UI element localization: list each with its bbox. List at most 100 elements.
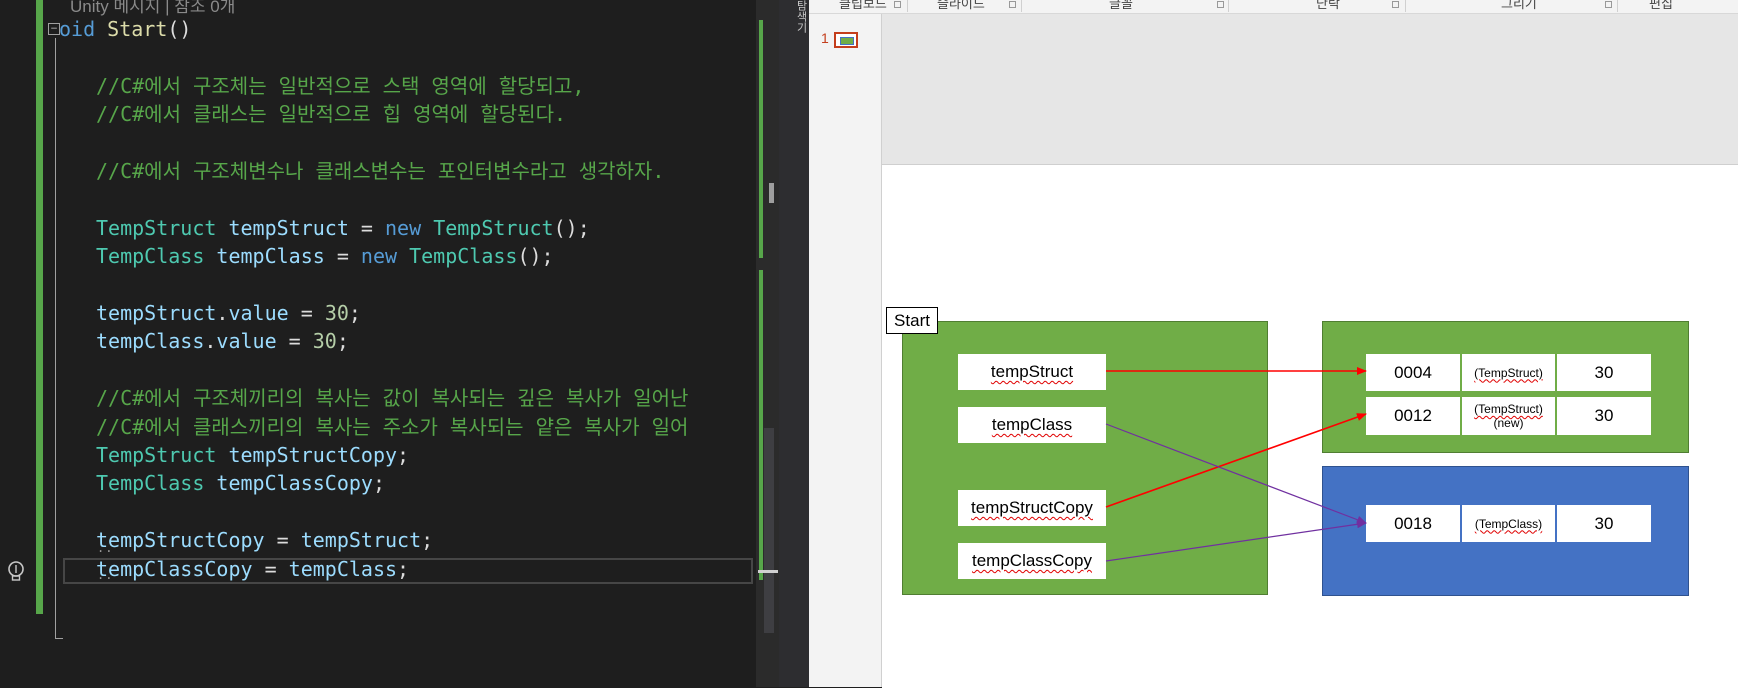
code-token: ; [421,528,434,553]
slide-thumbnail-pane[interactable]: 1 [809,14,882,687]
code-line[interactable]: oid Start() [59,16,191,42]
code-token: oid [59,17,108,41]
value-text: 30 [1594,406,1614,425]
code-line[interactable]: tempStruct.value = 30; [96,300,361,326]
code-line[interactable]: TempStruct tempStructCopy; [96,442,409,468]
struct-addr-cell[interactable]: 0012 [1366,397,1460,435]
code-line[interactable]: TempStruct tempStruct = new TempStruct()… [96,215,590,241]
slide-number: 1 [821,30,829,46]
ribbon-group-slides[interactable]: 슬라이드 [937,0,985,12]
solution-explorer-tab[interactable]: 탐색기 [779,0,809,687]
ribbon-group-clipboard[interactable]: 클립보드 [839,0,887,12]
solution-explorer-label[interactable]: 탐색기 [779,0,809,33]
code-token: //C#에서 클래스끼리의 복사는 주소가 복사되는 얕은 복사가 일어 [96,414,689,439]
code-token: value [228,301,289,325]
var-tempclass[interactable]: tempClass [958,407,1106,443]
code-token: (); [553,215,590,240]
code-token: new [385,215,422,240]
code-token: //C#에서 구조체변수나 클래스변수는 포인터변수라고 생각하자. [96,159,665,183]
start-label-text: Start [894,310,930,330]
code-token: 30 [312,329,337,354]
code-token: value [216,329,277,354]
var-label: tempClassCopy [972,551,1092,570]
struct-value-cell[interactable]: 30 [1557,397,1651,435]
codelens-info[interactable]: Unity 메시지 | 참조 0개 [70,0,235,17]
code-token: . [204,329,217,354]
code-token: TempStruct [96,215,217,240]
code-token: //C#에서 구조체끼리의 복사는 값이 복사되는 깊은 복사가 일어난 [96,386,689,411]
current-line-highlight [63,558,753,584]
caret-marker [758,570,778,573]
code-token: = [264,528,301,553]
addr-text: 0018 [1394,513,1432,533]
struct-type-cell[interactable]: (TempStruct) [1462,354,1555,391]
dialog-launcher-icon[interactable] [894,1,901,8]
value-text: 30 [1594,513,1614,533]
code-token: TempStruct [433,215,554,240]
code-token: Start [107,17,168,41]
code-token: . [216,301,229,325]
dialog-launcher-icon[interactable] [1605,1,1612,8]
code-line[interactable]: tempClass.value = 30; [96,328,349,354]
code-token: //C#에서 구조체는 일반적으로 스택 영역에 할당되고, [96,73,585,98]
code-token: //C#에서 클래스는 일반적으로 힙 영역에 할당된다. [96,102,567,127]
fold-guide [55,38,56,638]
type-text: (TempClass) [1474,516,1543,531]
type-note-text: (new) [1493,416,1524,430]
code-line[interactable]: //C#에서 클래스끼리의 복사는 주소가 복사되는 얕은 복사가 일어 [96,414,688,440]
code-line[interactable]: //C#에서 구조체끼리의 복사는 값이 복사되는 깊은 복사가 일어난 [96,385,688,411]
code-token: tempStruct [228,215,349,240]
scrollbar-thumb[interactable] [764,428,774,633]
code-line[interactable]: //C#에서 구조체변수나 클래스변수는 포인터변수라고 생각하자. [96,158,664,184]
code-editor[interactable]: Unity 메시지 | 참조 0개 − oid Start()//C#에서 구조… [0,0,779,687]
dialog-launcher-icon[interactable] [1392,1,1399,8]
suggestion-dots: .. [97,541,114,555]
var-tempclasscopy[interactable]: tempClassCopy [958,543,1106,579]
var-label: tempClass [991,415,1073,434]
code-token: = [348,215,386,240]
fold-guide-end [55,638,63,639]
var-label: tempStructCopy [971,498,1093,517]
code-token: tempClass [96,329,205,354]
lightbulb-icon[interactable] [6,560,26,584]
var-tempstruct[interactable]: tempStruct [958,354,1106,390]
class-type-cell[interactable]: (TempClass) [1462,505,1555,542]
struct-addr-cell[interactable]: 0004 [1366,354,1460,391]
ribbon-group-paragraph[interactable]: 단락 [1316,0,1340,12]
struct-type-cell[interactable]: (TempStruct) (new) [1462,397,1555,435]
code-token: new [360,244,398,269]
ribbon-group-font[interactable]: 글꼴 [1109,0,1133,12]
addr-text: 0012 [1394,406,1432,425]
start-label[interactable]: Start [886,307,938,334]
change-tracking-bar [36,0,43,614]
code-line[interactable]: tempStructCopy = tempStruct; [96,527,433,553]
class-addr-cell[interactable]: 0018 [1366,505,1460,542]
dialog-launcher-icon[interactable] [1009,1,1016,8]
dialog-launcher-icon[interactable] [1217,1,1224,8]
struct-value-cell[interactable]: 30 [1557,354,1651,391]
code-line[interactable]: //C#에서 구조체는 일반적으로 스택 영역에 할당되고, [96,73,584,99]
ribbon-group-labels: 클립보드 슬라이드 글꼴 단락 그리기 편집 [809,0,1738,14]
var-tempstructcopy[interactable]: tempStructCopy [958,490,1106,526]
ribbon-group-drawing[interactable]: 그리기 [1501,0,1537,12]
powerpoint-window: 클립보드 슬라이드 글꼴 단락 그리기 편집 1 Start tempStruc… [809,0,1738,688]
ribbon-group-editing[interactable]: 편집 [1649,0,1673,12]
code-token: = [288,301,325,325]
code-token: ; [397,443,410,467]
vertical-scrollbar[interactable] [756,0,779,687]
code-line[interactable]: TempClass tempClassCopy; [96,470,385,496]
code-token: tempStruct [96,301,217,325]
code-line[interactable]: //C#에서 클래스는 일반적으로 힙 영역에 할당된다. [96,101,566,127]
class-value-cell[interactable]: 30 [1557,505,1651,542]
addr-text: 0004 [1394,362,1432,382]
code-line[interactable]: TempClass tempClass = new TempClass(); [96,243,554,269]
code-token: 30 [324,301,349,325]
slide-thumbnail[interactable] [834,32,858,48]
code-token: ; [348,301,361,325]
code-token: TempClass [409,244,518,269]
code-token: (); [517,244,554,269]
